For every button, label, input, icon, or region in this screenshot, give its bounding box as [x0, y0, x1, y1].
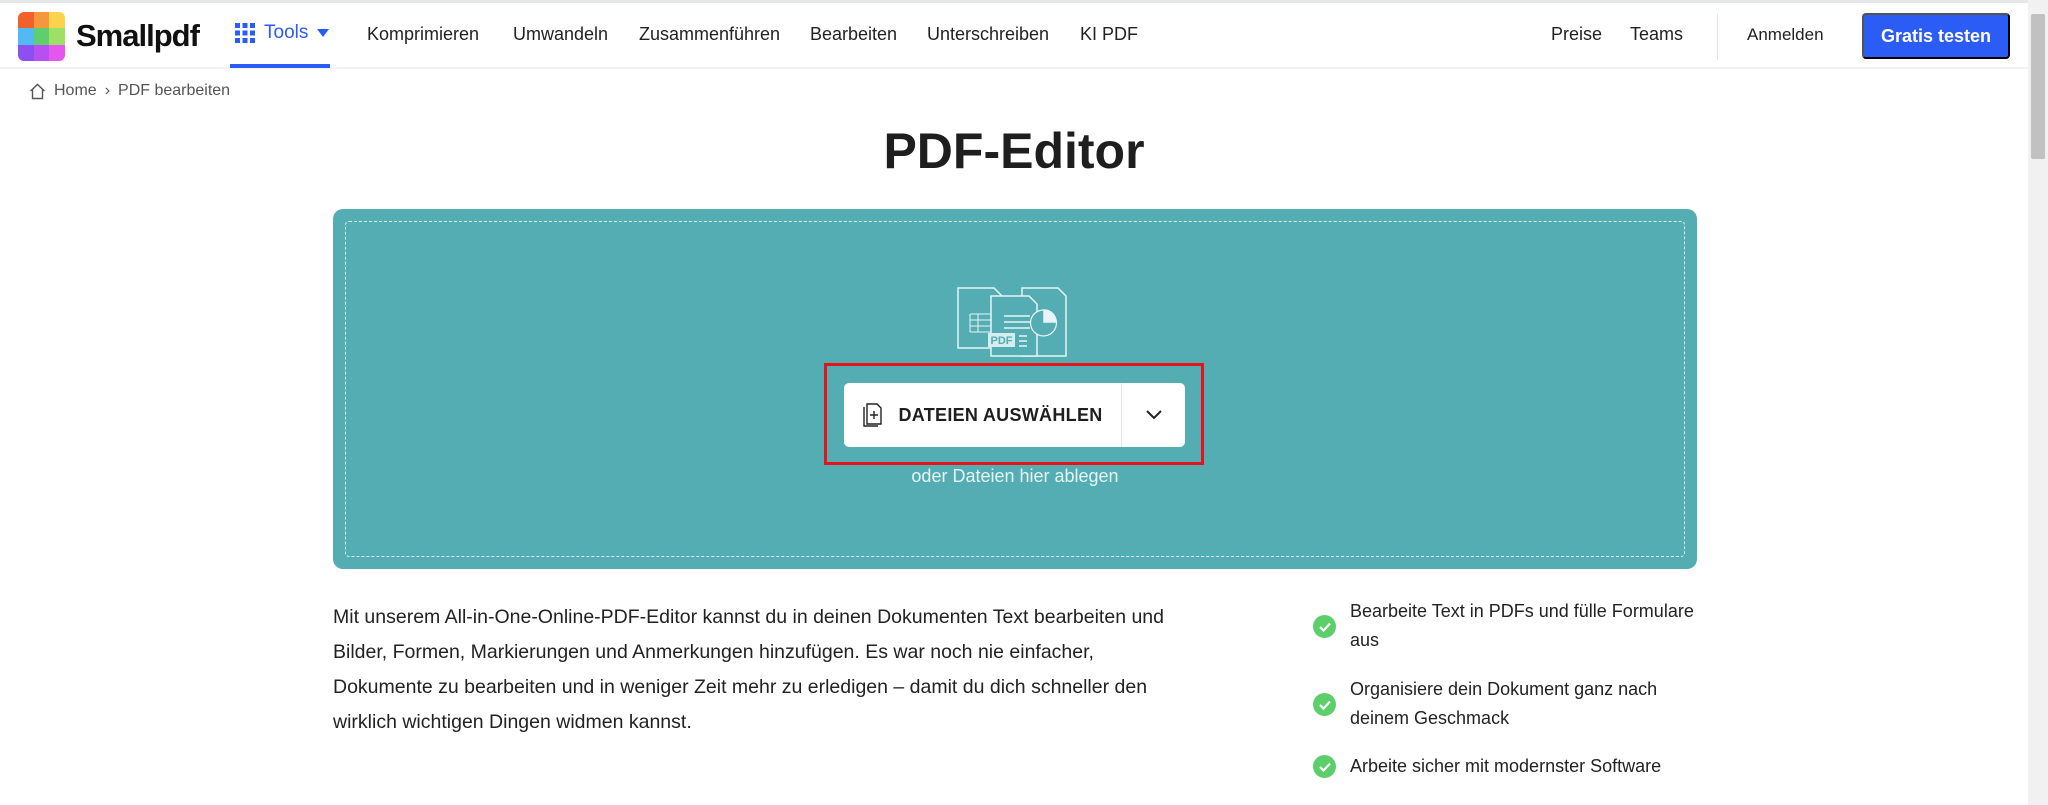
feature-item: Arbeite sicher mit modernster Software: [1313, 752, 1713, 781]
check-circle-icon: [1313, 755, 1336, 778]
header-divider: [1717, 14, 1718, 60]
drop-hint: oder Dateien hier ablegen: [911, 466, 1119, 486]
tools-label: Tools: [264, 22, 309, 43]
smallpdf-logo-icon[interactable]: [18, 12, 65, 61]
brand-name[interactable]: Smallpdf: [76, 18, 200, 54]
feature-text: Bearbeite Text in PDFs und fülle Formula…: [1350, 601, 1694, 650]
caret-down-icon: [317, 29, 330, 37]
choose-files-label: DATEIEN AUSWÄHLEN: [898, 404, 1103, 425]
nav-zusammenfuehren[interactable]: Zusammenführen: [639, 24, 780, 45]
description-text: Mit unserem All-in-One-Online-PDF-Editor…: [333, 606, 1164, 733]
nav-teams[interactable]: Teams: [1630, 24, 1683, 45]
breadcrumb: Home › PDF bearbeiten: [29, 82, 230, 100]
breadcrumb-separator: ›: [104, 82, 111, 99]
page-title: PDF-Editor: [883, 123, 1145, 179]
feature-item: Bearbeite Text in PDFs und fülle Formula…: [1313, 597, 1713, 655]
check-circle-icon: [1313, 615, 1336, 638]
nav-ki-pdf[interactable]: KI PDF: [1080, 24, 1138, 45]
chevron-down-icon: [1145, 410, 1162, 420]
check-circle-icon: [1313, 693, 1336, 716]
grid-icon: [235, 23, 255, 43]
login-link[interactable]: Anmelden: [1747, 25, 1824, 45]
upload-options-dropdown[interactable]: [1121, 383, 1185, 447]
nav-preise[interactable]: Preise: [1551, 24, 1602, 45]
add-file-icon: [863, 403, 883, 427]
tools-active-indicator: [230, 64, 330, 68]
feature-item: Organisiere dein Dokument ganz nach dein…: [1313, 675, 1713, 733]
nav-umwandeln[interactable]: Umwandeln: [513, 24, 608, 45]
choose-files-button[interactable]: DATEIEN AUSWÄHLEN: [844, 383, 1121, 447]
scrollbar-thumb[interactable]: [2031, 14, 2045, 159]
tools-menu[interactable]: Tools: [235, 22, 330, 44]
nav-unterschreiben[interactable]: Unterschreiben: [927, 24, 1049, 45]
breadcrumb-home[interactable]: Home: [54, 82, 97, 100]
nav-bearbeiten[interactable]: Bearbeiten: [810, 24, 897, 45]
documents-illustration-icon: PDF: [957, 287, 1067, 357]
feature-text: Arbeite sicher mit modernster Software: [1350, 756, 1662, 776]
home-icon[interactable]: [29, 83, 46, 100]
pdf-badge: PDF: [991, 335, 1013, 347]
nav-komprimieren[interactable]: Komprimieren: [367, 24, 479, 45]
feature-text: Organisiere dein Dokument ganz nach dein…: [1350, 679, 1658, 728]
breadcrumb-current: PDF bearbeiten: [118, 82, 231, 99]
free-trial-button[interactable]: Gratis testen: [1862, 13, 2010, 59]
choose-files-button-group: DATEIEN AUSWÄHLEN: [844, 383, 1185, 447]
